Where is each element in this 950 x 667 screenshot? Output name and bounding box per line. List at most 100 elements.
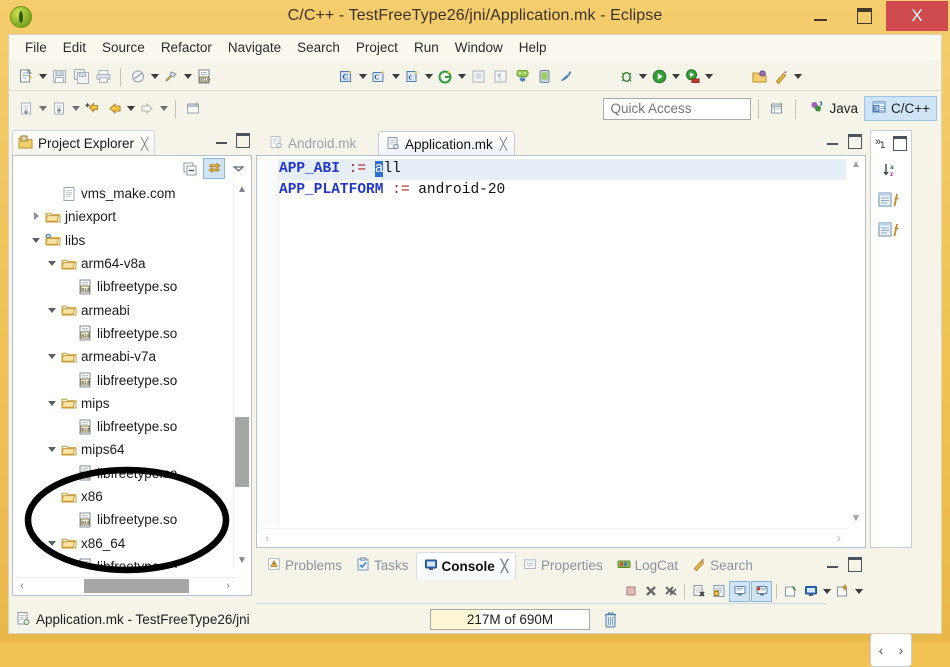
new-window-icon[interactable] [182, 98, 204, 120]
editor-gutter[interactable] [258, 157, 279, 526]
open-perspective-icon[interactable] [748, 66, 770, 88]
new-file-icon[interactable] [15, 66, 37, 88]
open-type-icon[interactable] [467, 66, 489, 88]
code-line[interactable]: APP_ABI := all [279, 159, 846, 180]
new-c-file-icon[interactable]: c [401, 66, 423, 88]
editor-hscrollbar[interactable]: ‹ › [258, 528, 848, 546]
code-line[interactable]: APP_PLATFORM := android-20 [279, 180, 846, 201]
new-c-project-dropdown-caret[interactable] [390, 67, 401, 87]
tab-properties[interactable]: Properties [516, 552, 610, 579]
menu-source[interactable]: Source [94, 38, 153, 57]
remove-all-terminated-icon[interactable] [661, 582, 680, 601]
new-c-project-icon[interactable]: C [368, 66, 390, 88]
chevron-expand-icon[interactable]: »1 [875, 136, 885, 150]
next-annotation-icon[interactable] [15, 98, 37, 120]
run-dropdown-caret[interactable] [670, 67, 681, 87]
next-annotation-dropdown-caret[interactable] [37, 99, 48, 119]
outline-sort-icon[interactable]: az [871, 155, 911, 185]
open-console-caret[interactable] [853, 581, 864, 601]
lint-icon[interactable] [555, 66, 577, 88]
project-tree[interactable]: vms_make.com jniexport libs arm64-v8a 010 lib… [14, 182, 236, 568]
scroll-right-icon[interactable]: › [220, 580, 236, 592]
menu-run[interactable]: Run [406, 38, 447, 57]
last-edit-location-icon[interactable] [81, 98, 103, 120]
link-with-editor-icon[interactable] [203, 158, 225, 179]
nav-prev-icon[interactable]: ‹ [879, 642, 884, 658]
new-c-class-dropdown-caret[interactable] [357, 67, 368, 87]
tree-item[interactable]: 010 libfreetype.so [14, 368, 236, 391]
close-icon[interactable]: ╳ [500, 137, 507, 151]
expand-arrow-open-icon[interactable] [48, 305, 59, 316]
hammer-build-icon[interactable] [160, 66, 182, 88]
previous-annotation-dropdown-caret[interactable] [70, 99, 81, 119]
debug-icon[interactable] [615, 66, 637, 88]
tree-item[interactable]: armeabi-v7a [14, 345, 236, 368]
view-menu-icon[interactable] [228, 159, 248, 178]
binary-010-icon[interactable]: 010 [193, 66, 215, 88]
menu-refactor[interactable]: Refactor [153, 38, 220, 57]
tree-item[interactable]: 010 libfreetype.so [14, 462, 236, 485]
maximize-panel-button[interactable] [848, 557, 862, 572]
minimize-view-button[interactable] [216, 133, 227, 144]
new-file-dropdown-caret[interactable] [37, 67, 48, 87]
maximize-button[interactable] [842, 0, 886, 32]
build-all-dropdown-caret[interactable] [149, 67, 160, 87]
tab-android-mk[interactable]: Android.mk [262, 131, 363, 155]
tab-problems[interactable]: Problems [260, 552, 349, 579]
new-c-class-icon[interactable]: C [335, 66, 357, 88]
tree-item[interactable]: armeabi [14, 298, 236, 321]
editor-text[interactable]: APP_ABI := all APP_PLATFORM := android-20 [279, 159, 846, 201]
menu-window[interactable]: Window [447, 38, 511, 57]
display-selected-console-caret[interactable] [821, 581, 832, 601]
minimize-panel-button[interactable] [827, 557, 838, 568]
minimize-button[interactable] [798, 0, 842, 32]
back-icon[interactable] [103, 98, 125, 120]
scroll-up-icon[interactable]: ▲ [848, 157, 864, 172]
paragraph-icon[interactable]: ¶ [489, 66, 511, 88]
tab-application-mk[interactable]: Application.mk ╳ [378, 131, 516, 156]
tree-item[interactable]: 010 libfreetype.so [14, 415, 236, 438]
show-console-on-error-icon[interactable] [751, 580, 772, 602]
skip-breakpoints-dropdown-caret[interactable] [792, 67, 803, 87]
new-gradle-dropdown-caret[interactable] [456, 67, 467, 87]
back-dropdown-caret[interactable] [125, 99, 136, 119]
close-button[interactable]: X [886, 1, 948, 31]
tab-tasks[interactable]: Tasks [349, 552, 416, 579]
tab-console[interactable]: Console ╳ [415, 551, 517, 580]
debug-dropdown-caret[interactable] [637, 67, 648, 87]
minimize-editor-button[interactable] [827, 134, 838, 145]
run-icon[interactable] [648, 66, 670, 88]
expand-arrow-open-icon[interactable] [48, 351, 59, 362]
new-perspective-icon[interactable] [766, 98, 788, 120]
tree-item[interactable]: 010 libfreetype.so [14, 555, 236, 568]
previous-annotation-icon[interactable] [48, 98, 70, 120]
close-icon[interactable]: ╳ [141, 137, 148, 151]
project-explorer-vscrollbar[interactable]: ▲ ▼ [233, 182, 250, 568]
tab-search[interactable]: Search [685, 552, 760, 579]
open-console-icon[interactable] [833, 582, 852, 601]
expand-arrow-closed-icon[interactable] [32, 211, 43, 222]
vscroll-thumb[interactable] [235, 417, 249, 487]
heap-status-indicator[interactable]: 217M of 690M [430, 609, 590, 630]
tree-item[interactable]: vms_make.com [14, 182, 236, 205]
collapse-all-icon[interactable] [180, 159, 200, 178]
nav-next-icon[interactable]: › [899, 642, 904, 658]
scroll-right-icon[interactable]: › [830, 531, 848, 545]
hammer-build-dropdown-caret[interactable] [182, 67, 193, 87]
tree-item[interactable]: x86_64 [14, 531, 236, 554]
menu-navigate[interactable]: Navigate [220, 38, 289, 57]
project-explorer-hscrollbar[interactable]: ‹ › [14, 577, 236, 594]
clear-console-icon[interactable] [689, 582, 708, 601]
display-selected-console-icon[interactable] [801, 582, 820, 601]
restore-stack-button[interactable] [893, 135, 907, 151]
build-all-icon[interactable] [127, 66, 149, 88]
tree-item[interactable]: mips [14, 392, 236, 415]
tree-item[interactable]: 010 libfreetype.so [14, 275, 236, 298]
tree-item[interactable]: x86 [14, 485, 236, 508]
trash-icon[interactable] [602, 611, 619, 632]
show-console-on-output-icon[interactable] [729, 580, 750, 602]
maximize-view-button[interactable] [236, 133, 250, 148]
android-avd-manager-icon[interactable] [533, 66, 555, 88]
save-icon[interactable] [48, 66, 70, 88]
tab-project-explorer[interactable]: Project Explorer ╳ [12, 130, 156, 156]
